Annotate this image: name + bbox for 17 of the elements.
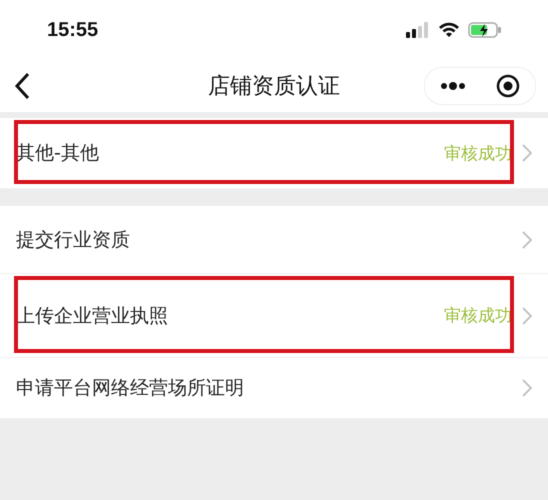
signal-icon [406, 22, 430, 38]
battery-icon [468, 22, 502, 38]
item-label: 上传企业营业执照 [16, 304, 168, 328]
wifi-icon [438, 22, 460, 38]
item-label: 提交行业资质 [16, 228, 130, 252]
list-item[interactable]: 提交行业资质 [0, 206, 548, 274]
item-label: 申请平台网络经营场所证明 [16, 376, 244, 401]
back-icon[interactable] [14, 72, 30, 100]
page-title: 店铺资质认证 [208, 73, 340, 101]
chevron-right-icon [522, 144, 532, 162]
chevron-right-icon [522, 379, 532, 397]
item-label: 其他-其他 [16, 141, 99, 166]
list-item[interactable]: 申请平台网络经营场所证明 [0, 358, 548, 419]
more-icon[interactable] [440, 82, 466, 90]
chevron-right-icon [522, 230, 532, 248]
chevron-right-icon [522, 306, 532, 324]
status-time: 15:55 [47, 18, 98, 42]
